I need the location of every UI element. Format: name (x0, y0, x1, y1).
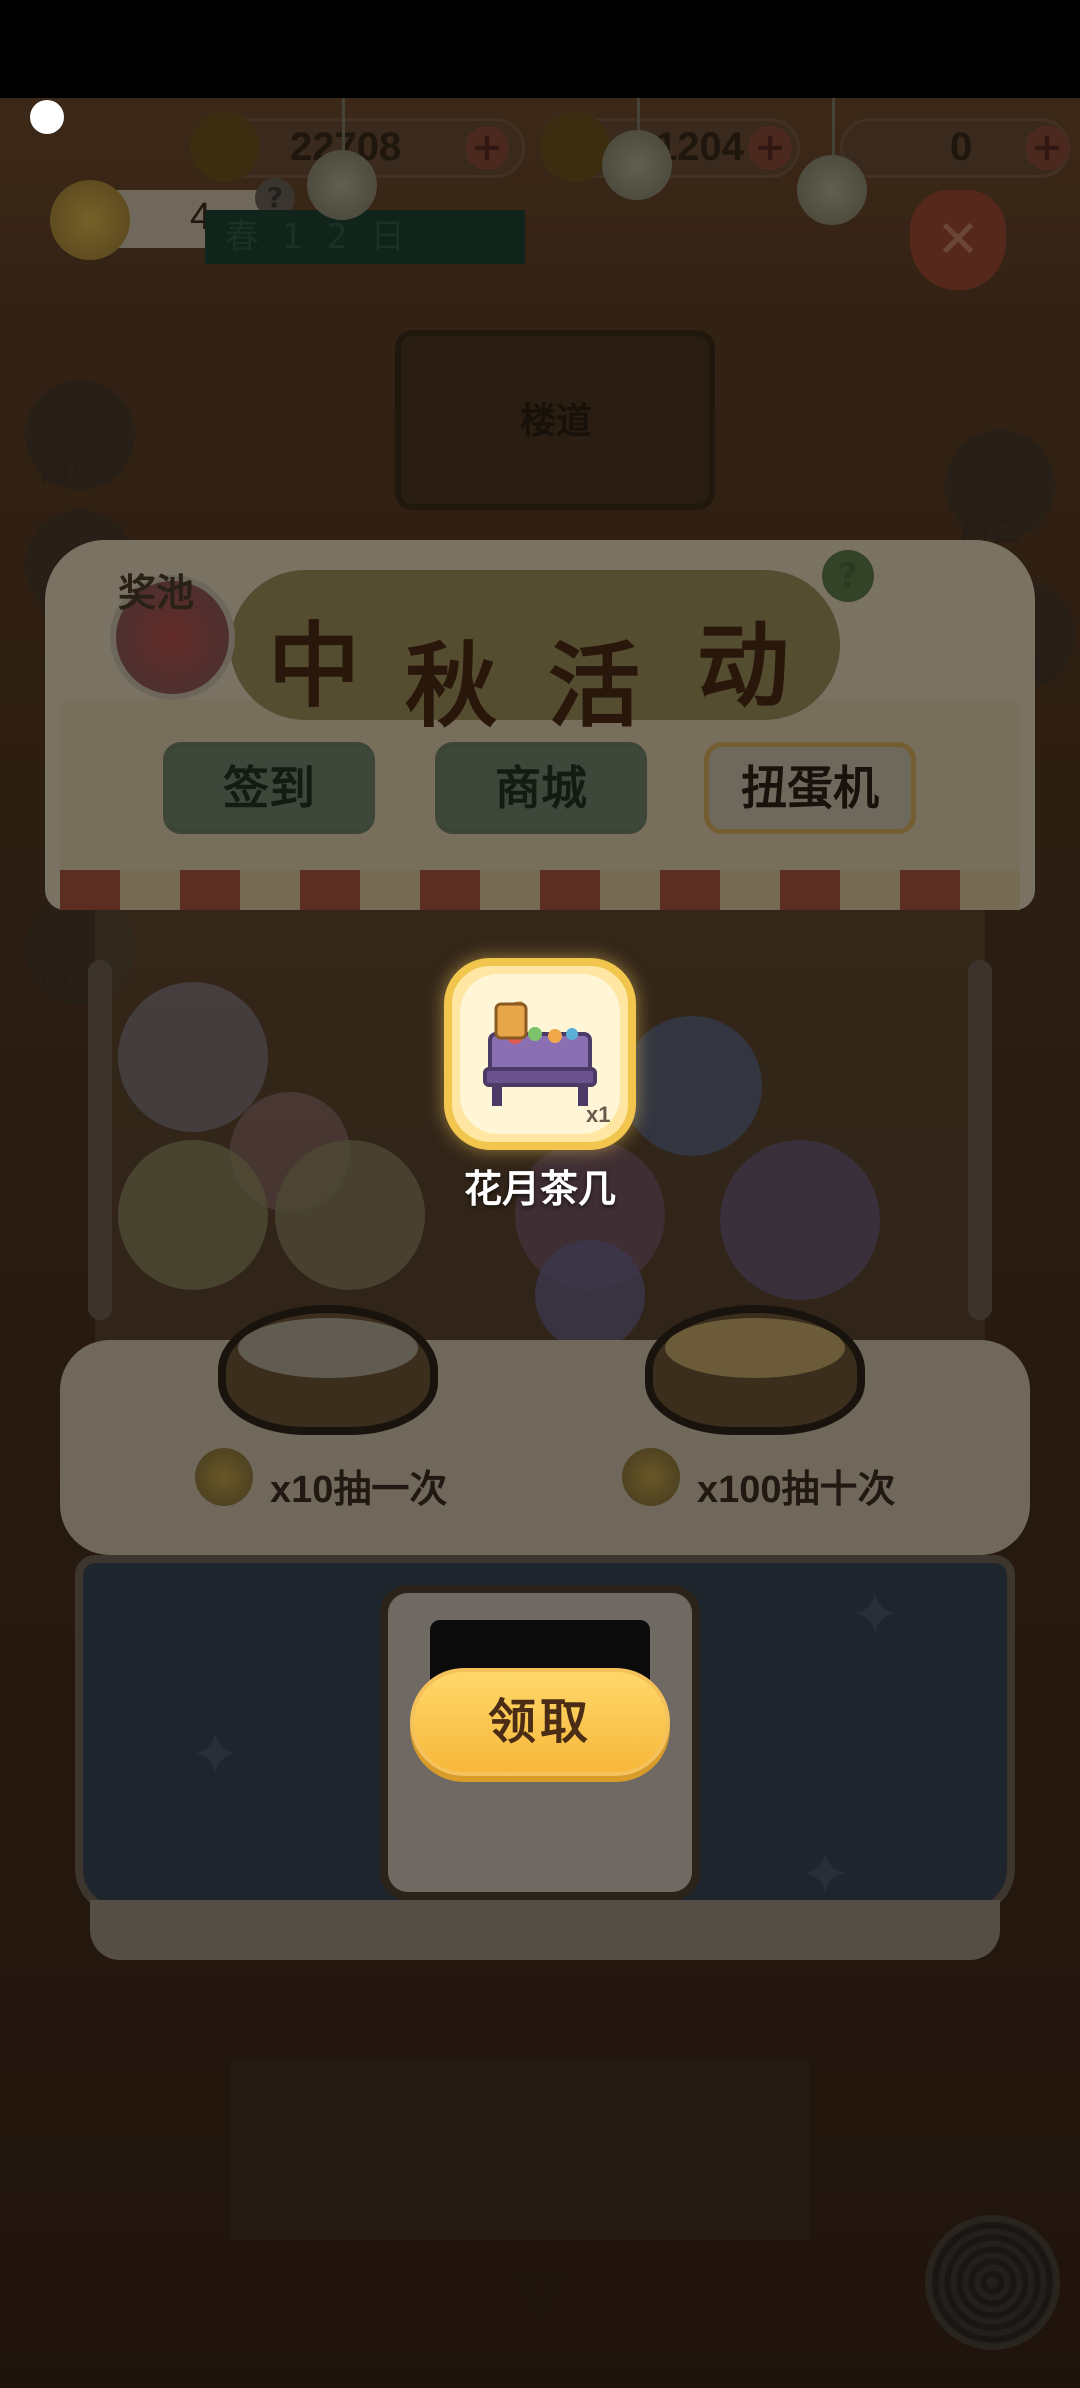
reward-item-name: 花月茶几 (463, 1167, 616, 1211)
status-dot-indicator (30, 100, 64, 134)
modal-overlay (0, 98, 1080, 2388)
reward-quantity: x1 (586, 1102, 611, 1127)
claim-button[interactable]: 领取 (410, 1668, 670, 1776)
status-bar (0, 0, 1080, 98)
